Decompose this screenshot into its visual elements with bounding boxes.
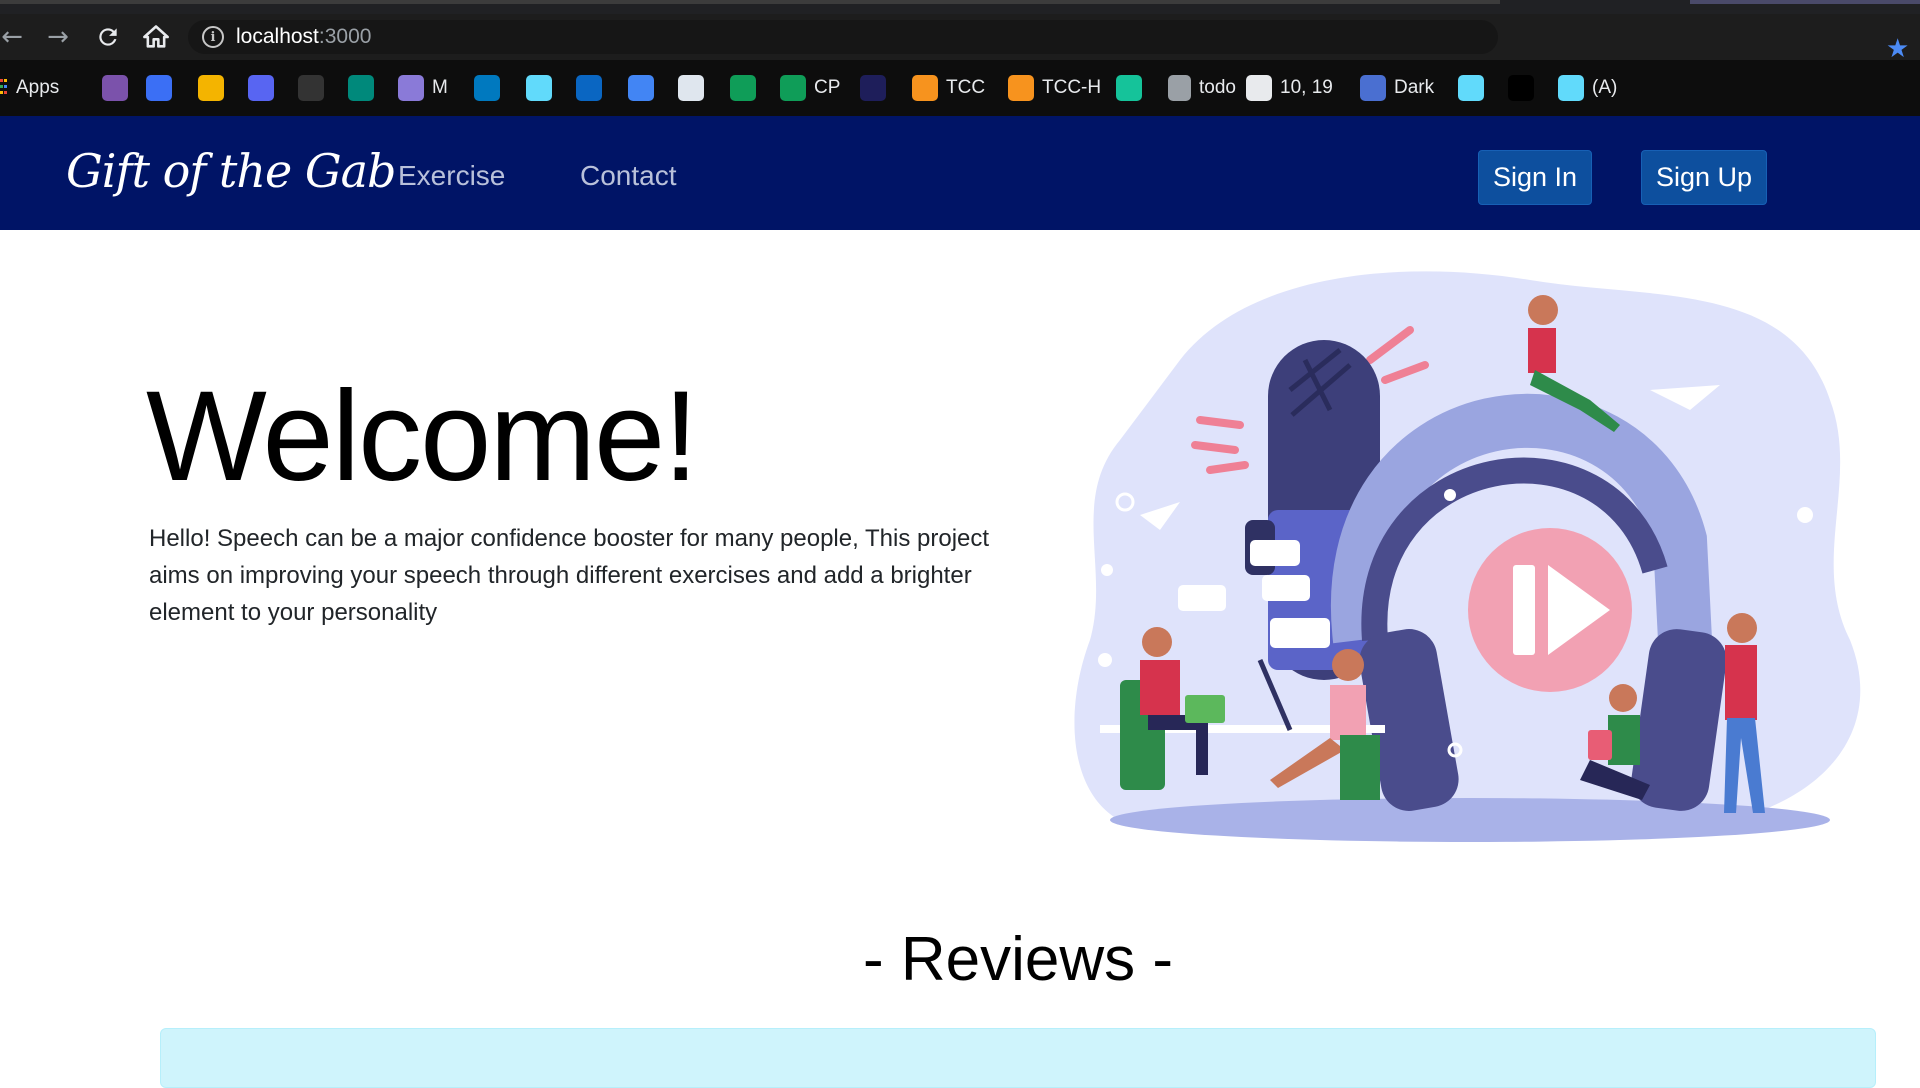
bookmark-label: 10, 19 bbox=[1280, 77, 1333, 98]
drive-icon bbox=[780, 75, 806, 101]
sign-in-button[interactable]: Sign In bbox=[1478, 150, 1592, 205]
bookmarks-bar: Apps M CP TCC TCC-H todo 10, 19 Dark (A) bbox=[0, 60, 1920, 116]
bookmark-item[interactable] bbox=[618, 68, 668, 108]
cloud-icon bbox=[1246, 75, 1272, 101]
browser-tabstrip bbox=[0, 0, 1920, 14]
bookmark-label: TCC bbox=[946, 77, 986, 98]
bookmark-item[interactable]: TCC-H bbox=[998, 68, 1106, 108]
bookmark-item[interactable]: todo bbox=[1158, 68, 1236, 108]
hero-title: Welcome! bbox=[146, 365, 699, 508]
podcast-illustration bbox=[1030, 240, 1890, 885]
discord-icon bbox=[248, 75, 274, 101]
bookmark-item[interactable] bbox=[92, 68, 136, 108]
review-card bbox=[160, 1028, 1876, 1088]
bookmark-label: todo bbox=[1199, 77, 1236, 98]
bookmark-item[interactable] bbox=[188, 68, 238, 108]
drive-icon bbox=[730, 75, 756, 101]
meet-icon bbox=[348, 75, 374, 101]
brand-logo[interactable]: Gift of the Gab bbox=[66, 144, 397, 198]
codechef-icon bbox=[912, 75, 938, 101]
bookmark-label: (A) bbox=[1592, 77, 1618, 98]
bookmark-item[interactable] bbox=[288, 68, 338, 108]
bookmark-label: Apps bbox=[16, 77, 60, 98]
bookmark-item[interactable] bbox=[668, 68, 720, 108]
bookmark-item[interactable]: Dark bbox=[1350, 68, 1448, 108]
bookmark-label: CP bbox=[814, 77, 841, 98]
back-arrow-icon[interactable]: ← bbox=[0, 17, 24, 57]
bookmark-item[interactable] bbox=[136, 68, 188, 108]
browser-toolbar: ← → i localhost:3000 ★ bbox=[0, 14, 1920, 64]
bookmark-label: TCC-H bbox=[1042, 77, 1102, 98]
bookmark-item[interactable] bbox=[516, 68, 566, 108]
bookmark-item[interactable] bbox=[850, 68, 902, 108]
bookmark-item[interactable]: M bbox=[388, 68, 464, 108]
reviews-heading: - Reviews - bbox=[862, 925, 1174, 994]
site-info-icon[interactable]: i bbox=[202, 26, 224, 48]
bookmark-item[interactable]: TCC bbox=[902, 68, 998, 108]
tab-strip-edge bbox=[0, 0, 1500, 4]
nav-link-exercise[interactable]: Exercise bbox=[398, 160, 505, 192]
forward-arrow-icon[interactable]: → bbox=[38, 17, 78, 57]
r-letter-icon bbox=[860, 75, 886, 101]
bookmark-item[interactable] bbox=[1498, 68, 1548, 108]
bookmark-item[interactable]: Apps bbox=[0, 68, 92, 108]
docs-icon bbox=[628, 75, 654, 101]
bookmark-item[interactable] bbox=[464, 68, 516, 108]
bookmark-label: Dark bbox=[1394, 77, 1435, 98]
tab-strip-edge-right bbox=[1690, 0, 1920, 4]
address-bar[interactable]: i localhost:3000 bbox=[188, 20, 1498, 54]
bookmark-item[interactable] bbox=[338, 68, 388, 108]
site-navbar: Gift of the Gab Exercise Contact Sign In… bbox=[0, 116, 1920, 230]
bookmark-item[interactable] bbox=[1106, 68, 1158, 108]
sign-up-button[interactable]: Sign Up bbox=[1641, 150, 1767, 205]
reload-icon[interactable] bbox=[88, 17, 128, 57]
nav-link-contact[interactable]: Contact bbox=[580, 160, 677, 192]
bookmark-label: M bbox=[432, 77, 448, 98]
bookmark-item[interactable]: 10, 19 bbox=[1236, 68, 1350, 108]
url-text[interactable]: localhost:3000 bbox=[236, 25, 371, 49]
apps-grid-icon bbox=[0, 75, 8, 101]
c-letter-icon bbox=[146, 75, 172, 101]
react-icon bbox=[1558, 75, 1584, 101]
hero-description: Hello! Speech can be a major confidence … bbox=[149, 525, 990, 626]
grammarly-icon bbox=[1116, 75, 1142, 101]
mountain-icon bbox=[678, 75, 704, 101]
bookmark-item[interactable] bbox=[720, 68, 770, 108]
lightning-icon bbox=[102, 75, 128, 101]
github-icon bbox=[298, 75, 324, 101]
p-letter-icon bbox=[1360, 75, 1386, 101]
dev-icon bbox=[1508, 75, 1534, 101]
linkedin-icon bbox=[576, 75, 602, 101]
bookmark-item[interactable]: (A) bbox=[1548, 68, 1628, 108]
react-icon bbox=[526, 75, 552, 101]
home-icon[interactable] bbox=[136, 17, 176, 57]
bookmark-item[interactable] bbox=[566, 68, 618, 108]
codechef-icon bbox=[1008, 75, 1034, 101]
classroom-icon bbox=[198, 75, 224, 101]
react-icon bbox=[1458, 75, 1484, 101]
bookmark-item[interactable] bbox=[1448, 68, 1498, 108]
trello-icon bbox=[474, 75, 500, 101]
bookmark-item[interactable] bbox=[238, 68, 288, 108]
globe-icon bbox=[398, 75, 424, 101]
bookmark-item[interactable]: CP bbox=[770, 68, 850, 108]
react-icon bbox=[1168, 75, 1192, 101]
